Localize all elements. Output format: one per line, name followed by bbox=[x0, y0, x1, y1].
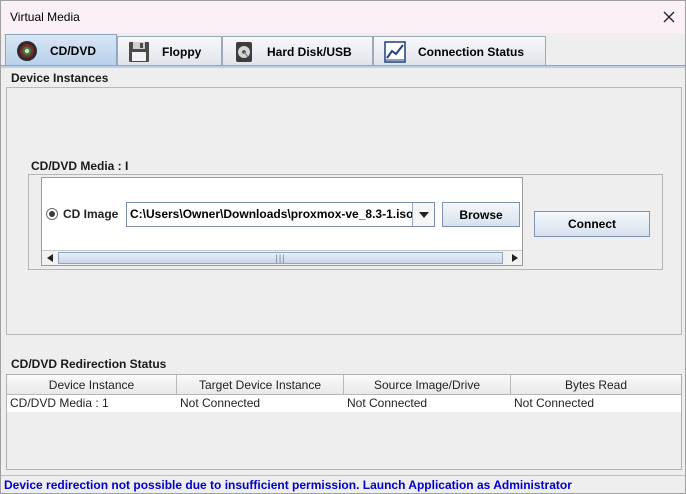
table-cell: Not Connected bbox=[180, 396, 261, 410]
browse-button-label: Browse bbox=[459, 207, 503, 222]
tab-floppy[interactable]: Floppy bbox=[117, 36, 222, 66]
status-message: Device redirection not possible due to i… bbox=[4, 478, 572, 492]
chevron-down-icon bbox=[418, 211, 429, 218]
close-button[interactable] bbox=[659, 7, 679, 27]
tab-cd-dvd[interactable]: CD/DVD bbox=[5, 34, 117, 66]
tab-label: Floppy bbox=[162, 44, 202, 59]
status-bar: Device redirection not possible due to i… bbox=[1, 475, 685, 493]
column-header[interactable]: Source Image/Drive bbox=[344, 375, 511, 395]
title-bar: Virtual Media bbox=[1, 1, 685, 33]
column-header[interactable]: Device Instance bbox=[7, 375, 177, 395]
redirection-status-table: Device Instance Target Device Instance S… bbox=[6, 374, 682, 470]
grip-icon: ||| bbox=[275, 253, 286, 263]
cd-dvd-icon bbox=[14, 39, 40, 63]
device-instances-title: Device Instances bbox=[11, 71, 109, 85]
redirection-status-title: CD/DVD Redirection Status bbox=[11, 357, 167, 371]
tab-connection-status[interactable]: Connection Status bbox=[373, 36, 546, 66]
hard-disk-icon bbox=[231, 40, 257, 64]
tab-label: Connection Status bbox=[418, 44, 525, 59]
virtual-media-window: Virtual Media CD/DVD Floppy Hard Disk/US… bbox=[0, 0, 686, 494]
image-path-combo[interactable]: C:\Users\Owner\Downloads\proxmox-ve_8.3-… bbox=[126, 202, 435, 227]
image-path-value[interactable]: C:\Users\Owner\Downloads\proxmox-ve_8.3-… bbox=[127, 203, 413, 226]
combo-dropdown-button[interactable] bbox=[413, 203, 434, 226]
table-cell: CD/DVD Media : 1 bbox=[10, 396, 109, 410]
browse-button[interactable]: Browse bbox=[442, 202, 520, 227]
column-header[interactable]: Bytes Read bbox=[511, 375, 681, 395]
column-header[interactable]: Target Device Instance bbox=[177, 375, 344, 395]
table-cell: Not Connected bbox=[347, 396, 428, 410]
table-cell: Not Connected bbox=[514, 396, 595, 410]
scrollbar-thumb[interactable]: ||| bbox=[58, 252, 503, 264]
tab-underline bbox=[1, 65, 685, 68]
scroll-left-button[interactable] bbox=[42, 251, 57, 265]
table-header: Device Instance Target Device Instance S… bbox=[7, 375, 681, 395]
scroll-right-button[interactable] bbox=[507, 251, 522, 265]
tab-hard-disk-usb[interactable]: Hard Disk/USB bbox=[222, 36, 373, 66]
cd-image-label: CD Image bbox=[63, 207, 119, 221]
floppy-icon bbox=[126, 40, 152, 64]
connect-button[interactable]: Connect bbox=[534, 211, 650, 237]
connection-status-icon bbox=[382, 40, 408, 64]
arrow-right-icon bbox=[511, 254, 518, 262]
tab-label: CD/DVD bbox=[50, 43, 97, 58]
cd-image-radio[interactable] bbox=[46, 208, 58, 220]
arrow-left-icon bbox=[46, 254, 53, 262]
horizontal-scrollbar[interactable]: ||| bbox=[42, 250, 522, 265]
close-icon bbox=[663, 11, 675, 23]
tab-label: Hard Disk/USB bbox=[267, 44, 352, 59]
table-row[interactable]: CD/DVD Media : 1 Not Connected Not Conne… bbox=[7, 395, 681, 412]
cd-dvd-media-group-title: CD/DVD Media : I bbox=[31, 159, 129, 173]
window-title: Virtual Media bbox=[10, 10, 80, 24]
tab-bar: CD/DVD Floppy Hard Disk/USB Connection S… bbox=[1, 33, 685, 66]
connect-button-label: Connect bbox=[568, 217, 616, 231]
